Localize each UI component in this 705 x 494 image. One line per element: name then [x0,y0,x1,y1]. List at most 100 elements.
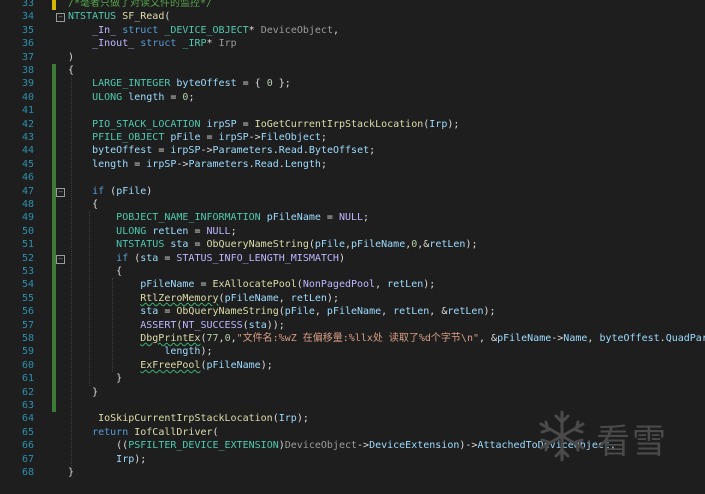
watermark-text: 看雪 [596,422,668,462]
code-text: pFileName = ExAllocatePool(NonPagedPool,… [140,279,436,291]
code-text: POBJECT_NAME_INFORMATION pFileName = NUL… [116,212,370,224]
code-line[interactable]: 42 PIO_STACK_LOCATION irpSP = IoGetCurre… [0,118,705,131]
line-number: 35 [21,24,34,36]
code-text: IoSkipCurrentIrpStackLocation(Irp); [98,413,309,425]
line-number: 49 [21,212,34,224]
code-text: PIO_STACK_LOCATION irpSP = IoGetCurrentI… [92,118,460,130]
code-line[interactable]: 57 ASSERT(NT_SUCCESS(sta)); [0,319,705,332]
line-number: 59 [21,346,34,358]
line-number: 33 [21,0,34,9]
code-text: ULONG retLen = NULL; [116,225,237,237]
code-line[interactable]: 50 ULONG retLen = NULL; [0,225,705,238]
code-line[interactable]: 39 LARGE_INTEGER byteOffest = { 0 }; [0,77,705,90]
code-text: ExFreePool(pFileName); [140,359,273,371]
code-line[interactable]: 46 [0,171,705,184]
code-text: } [68,386,99,398]
code-text: NTSTATUS SF_Read( [68,11,171,23]
change-bar-saved [52,64,56,413]
code-text: _In_ struct _DEVICE_OBJECT* DeviceObject… [92,24,339,36]
line-number: 37 [21,51,34,63]
code-text: { [68,266,123,277]
line-number: 48 [21,199,34,210]
code-text: if (pFile) [92,185,153,197]
code-line[interactable]: 60 ExFreePool(pFileName); [0,359,705,372]
line-number: 68 [21,467,34,478]
line-number: 43 [21,132,34,143]
code-line[interactable]: 38 { [0,64,705,77]
code-text: ) [68,51,75,63]
change-bar-modified [52,0,56,11]
line-number: 64 [21,413,34,425]
code-text: } [68,467,75,478]
code-line[interactable]: 41 [0,104,705,117]
line-number: 57 [21,319,34,331]
line-number: 53 [21,266,34,277]
code-text: NTSTATUS sta = ObQueryNameString(pFile,p… [116,239,478,251]
code-line[interactable]: 44 byteOffest = irpSP->Parameters.Read.B… [0,144,705,157]
line-number: 56 [21,306,34,318]
fold-toggle-function[interactable]: − [56,13,65,23]
code-text: PFILE_OBJECT pFile = irpSP->FileObject; [92,132,327,143]
line-number: 41 [21,105,34,117]
line-number: 51 [21,239,34,251]
code-line[interactable]: 52 if (sta = STATUS_INFO_LENGTH_MISMATCH… [0,252,705,265]
indent-guide [89,211,90,386]
line-number: 65 [21,426,34,438]
fold-toggle-if-pfile[interactable]: − [56,187,65,197]
code-line[interactable]: 47 if (pFile) [0,185,705,198]
line-number: 55 [21,292,34,304]
code-line[interactable]: 33 /*毫者只做了对读文件的监控*/ [0,0,705,10]
code-text: return IofCallDriver( [92,426,219,438]
snowflake-icon [539,410,585,462]
line-number: 62 [21,386,34,398]
indent-guide [112,278,113,373]
code-line[interactable]: 34 NTSTATUS SF_Read( [0,10,705,23]
line-number: 44 [21,145,34,157]
code-text: { [68,65,75,76]
code-line[interactable]: 35 _In_ struct _DEVICE_OBJECT* DeviceObj… [0,24,705,37]
code-line[interactable]: 36 _Inout_ struct _IRP* Irp [0,37,705,50]
code-text: sta = ObQueryNameString(pFile, pFileName… [140,306,496,318]
code-text: RtlZeroMemory(pFileName, retLen); [140,292,339,304]
line-number: 39 [21,78,34,90]
code-editor[interactable]: 33 /*毫者只做了对读文件的监控*/ 34 NTSTATUS SF_Read(35 … [0,0,705,494]
code-text: /*毫者只做了对读文件的监控*/ [68,0,213,9]
line-number: 47 [21,185,34,197]
line-number: 66 [21,440,34,452]
code-text: DbgPrintEx(77,0,"文件名:%wZ 在偏移量:%llx处 读取了%… [140,333,705,344]
line-number: 45 [21,158,34,170]
code-line[interactable]: 62 } [0,386,705,399]
code-line[interactable]: 68} [0,466,705,479]
code-line[interactable]: 55 RtlZeroMemory(pFileName, retLen); [0,292,705,305]
code-line[interactable]: 43 PFILE_OBJECT pFile = irpSP->FileObjec… [0,131,705,144]
code-line[interactable]: 54 pFileName = ExAllocatePool(NonPagedPo… [0,278,705,291]
code-line[interactable]: 58 DbgPrintEx(77,0,"文件名:%wZ 在偏移量:%llx处 读… [0,332,705,345]
code-text: byteOffest = irpSP->Parameters.Read.Byte… [92,145,376,157]
code-line[interactable]: 51 NTSTATUS sta = ObQueryNameString(pFil… [0,238,705,251]
code-text: _Inout_ struct _IRP* Irp [92,38,237,50]
indent-guide [71,77,72,466]
line-number: 38 [21,65,34,76]
code-line[interactable]: 48 { [0,198,705,211]
line-number: 58 [21,333,34,344]
code-line[interactable]: 49 POBJECT_NAME_INFORMATION pFileName = … [0,211,705,224]
code-text: LARGE_INTEGER byteOffest = { 0 }; [92,78,291,90]
code-line[interactable]: 45 length = irpSP->Parameters.Read.Lengt… [0,158,705,171]
code-text: length = irpSP->Parameters.Read.Length; [92,158,327,170]
line-number: 61 [21,373,34,385]
fold-toggle-if-sta[interactable]: − [56,254,65,264]
line-number: 50 [21,225,34,237]
code-line[interactable]: 53 { [0,265,705,278]
code-line[interactable]: 37) [0,51,705,64]
code-text: ASSERT(NT_SUCCESS(sta)); [140,319,285,331]
line-number: 54 [21,279,34,291]
line-number: 63 [21,400,34,411]
code-line[interactable]: 61 } [0,372,705,385]
code-line[interactable]: 59 length); [0,345,705,358]
code-line[interactable]: 56 sta = ObQueryNameString(pFile, pFileN… [0,305,705,318]
watermark: 看雪 [534,408,704,468]
line-number: 42 [21,118,34,130]
code-line[interactable]: 40 ULONG length = 0; [0,91,705,104]
code-text: { [68,199,99,210]
line-number: 60 [21,359,34,371]
